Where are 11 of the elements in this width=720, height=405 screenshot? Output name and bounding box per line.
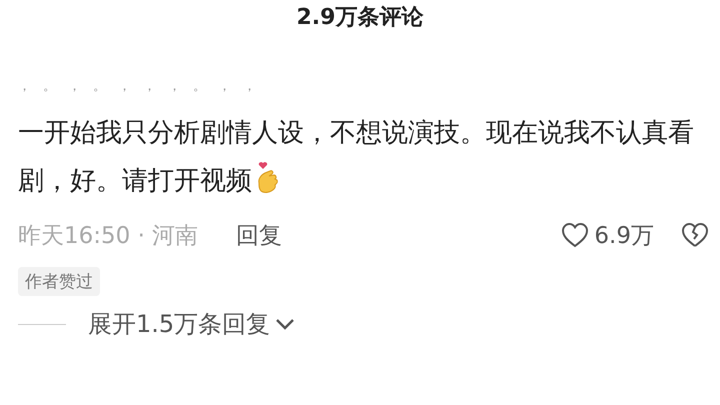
- comment-quote: ，。，。，，，。，，: [18, 78, 269, 96]
- like-button[interactable]: 6.9万: [560, 220, 654, 250]
- author-liked-tag: 作者赞过: [18, 267, 100, 296]
- comment-text: 一开始我只分析剧情人设，不想说演技。现在说我不认真看剧，好。请打开视频: [18, 117, 695, 198]
- chevron-down-icon[interactable]: [274, 316, 296, 332]
- expand-replies-button[interactable]: 展开1.5万条回复: [88, 308, 296, 340]
- comment-time-location: 昨天16:50 · 河南: [18, 222, 198, 250]
- heart-icon[interactable]: [560, 221, 590, 249]
- reply-button[interactable]: 回复: [236, 220, 282, 250]
- comments-count-title: 2.9万条评论: [296, 4, 424, 32]
- dislike-icon[interactable]: [680, 221, 710, 249]
